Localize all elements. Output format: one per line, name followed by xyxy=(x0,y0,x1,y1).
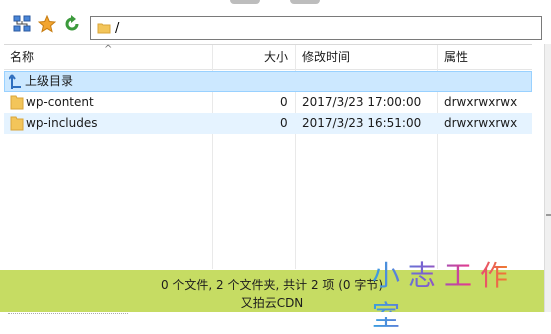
parent-directory-row[interactable]: 上级目录 xyxy=(4,71,532,92)
column-name[interactable]: 名称 xyxy=(10,45,34,69)
sort-ascending-icon: ^ xyxy=(104,44,113,55)
path-input[interactable]: / xyxy=(90,16,542,40)
top-control-1 xyxy=(230,0,260,4)
window-bottom-edge xyxy=(0,312,551,317)
top-control-2 xyxy=(290,0,320,4)
file-modified: 2017/3/23 16:51:00 xyxy=(302,116,422,130)
file-size: 0 xyxy=(280,116,288,130)
folder-icon xyxy=(97,23,111,34)
up-arrow-icon xyxy=(9,74,21,89)
site-manager-button[interactable] xyxy=(12,14,32,34)
parent-directory-label: 上级目录 xyxy=(25,74,74,88)
file-name: wp-content xyxy=(26,95,94,109)
file-attributes: drwxrwxrwx xyxy=(444,95,518,109)
list-item[interactable]: wp-content 0 2017/3/23 17:00:00 drwxrwxr… xyxy=(4,92,532,113)
list-item[interactable]: wp-includes 0 2017/3/23 16:51:00 drwxrwx… xyxy=(4,113,532,134)
refresh-icon xyxy=(65,15,79,31)
window-top-edge xyxy=(0,0,551,5)
file-name: wp-includes xyxy=(26,116,98,130)
column-modified[interactable]: 修改时间 xyxy=(302,45,350,69)
star-icon xyxy=(38,15,56,33)
scrollbar-mark xyxy=(546,214,551,216)
toolbar: / xyxy=(0,6,551,40)
file-size: 0 xyxy=(280,95,288,109)
refresh-button[interactable] xyxy=(62,14,82,34)
column-size[interactable]: 大小 xyxy=(264,45,288,69)
network-icon xyxy=(13,15,31,32)
watermark: 小志工作室 xyxy=(372,254,551,334)
file-attributes: drwxrwxrwx xyxy=(444,116,518,130)
column-header: ^ 名称 大小 修改时间 属性 xyxy=(4,44,532,70)
bottom-dots xyxy=(8,313,128,317)
folder-icon xyxy=(10,116,24,131)
column-attributes[interactable]: 属性 xyxy=(444,45,468,69)
path-text: / xyxy=(115,21,120,36)
folder-icon xyxy=(10,95,24,110)
bookmark-button[interactable] xyxy=(37,14,57,34)
file-list: ^ 名称 大小 修改时间 属性 上级目录 wp-content 0 2017/3… xyxy=(4,44,532,269)
file-modified: 2017/3/23 17:00:00 xyxy=(302,95,422,109)
